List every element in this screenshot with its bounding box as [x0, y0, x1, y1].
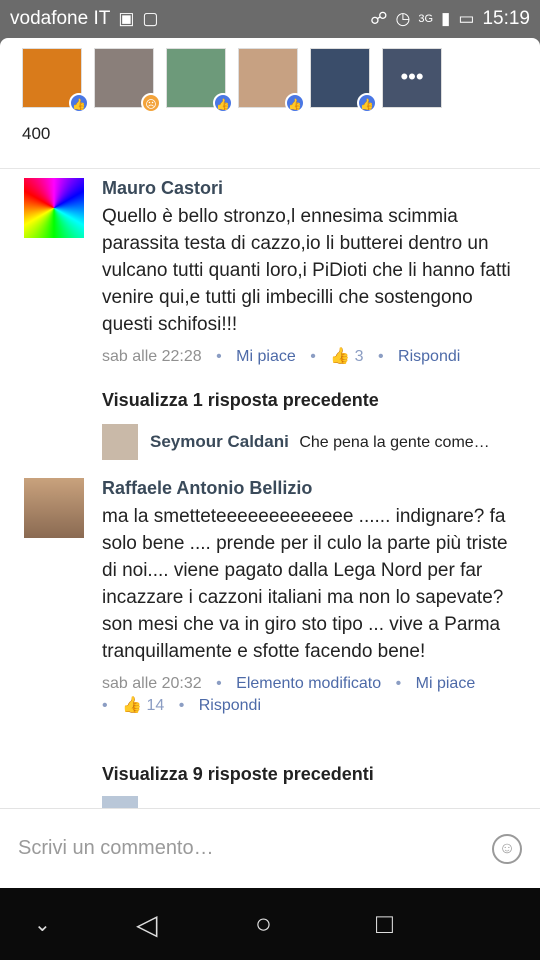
avatar[interactable]: [102, 424, 138, 460]
comment-text: Quello è bello stronzo,l ennesima scimmi…: [102, 206, 511, 335]
comment-input[interactable]: Scrivi un commento…: [18, 837, 214, 860]
like-icon: 👍: [285, 93, 305, 113]
reply-text: Che pena la gente come…: [299, 434, 490, 451]
like-count-icon: 👍: [330, 348, 351, 365]
reactor-avatar[interactable]: 👍: [310, 48, 377, 113]
home-icon[interactable]: ○: [255, 908, 272, 940]
gallery-icon: ▢: [142, 9, 159, 28]
navigation-bar: ⌄ ◁ ○ □: [0, 888, 540, 960]
more-reactors-button[interactable]: •••: [382, 48, 442, 108]
separator: •: [216, 348, 222, 365]
reactor-avatar[interactable]: 👍: [166, 48, 233, 113]
like-button[interactable]: Mi piace: [416, 675, 476, 692]
avatar[interactable]: [24, 178, 84, 238]
edited-label[interactable]: Elemento modificato: [236, 675, 381, 692]
chevron-down-icon[interactable]: ⌄: [34, 912, 51, 937]
separator: •: [310, 348, 316, 365]
view-replies-link[interactable]: Visualizza 1 risposta precedente: [102, 390, 379, 411]
recents-icon[interactable]: □: [376, 908, 393, 940]
smiley-icon[interactable]: ☺: [492, 833, 522, 864]
signal-icon: ▮: [441, 9, 451, 28]
reply-preview[interactable]: Seymour Caldani Che pena la gente come…: [102, 424, 490, 460]
avatar[interactable]: [24, 478, 84, 538]
view-replies-link[interactable]: Visualizza 9 risposte precedenti: [102, 764, 374, 785]
reactor-avatar[interactable]: ☹: [94, 48, 161, 113]
like-icon: 👍: [357, 93, 377, 113]
angry-icon: ☹: [141, 93, 161, 113]
comment-author[interactable]: Raffaele Antonio Bellizio: [102, 478, 522, 499]
reactor-avatar[interactable]: 👍: [22, 48, 89, 113]
clock: 15:19: [482, 8, 530, 29]
comment-time: sab alle 20:32: [102, 675, 202, 692]
comment-text: ma la smetteteeeeeeeeeeeee ...... indign…: [102, 506, 508, 662]
headphones-icon: ☍: [370, 9, 388, 28]
separator: •: [377, 348, 384, 365]
divider: [0, 168, 540, 169]
comment-author[interactable]: Mauro Castori: [102, 178, 522, 199]
separator: •: [216, 675, 222, 692]
separator: •: [178, 697, 185, 714]
comments-panel: 👍 ☹ 👍 👍 👍 ••• 400 Mauro Castori Quello è…: [0, 38, 540, 888]
like-count[interactable]: 14: [146, 697, 164, 714]
like-icon: 👍: [69, 93, 89, 113]
reply-button[interactable]: Rispondi: [398, 348, 460, 365]
back-icon[interactable]: ◁: [136, 908, 158, 941]
like-button[interactable]: Mi piace: [236, 348, 296, 365]
separator: •: [102, 697, 108, 714]
carrier-label: vodafone IT: [10, 8, 111, 29]
reply-author[interactable]: Seymour Caldani: [150, 432, 289, 451]
facebook-icon: ▣: [118, 9, 135, 28]
status-bar: vodafone IT ▣ ▢ ☍ ◷ 3G ▮ ▭ 15:19: [0, 0, 540, 38]
separator: •: [395, 675, 402, 692]
alarm-icon: ◷: [395, 9, 411, 28]
like-count[interactable]: 3: [355, 348, 364, 365]
reactors-row: 👍 ☹ 👍 👍 👍 •••: [22, 48, 442, 113]
reaction-count[interactable]: 400: [22, 124, 50, 144]
like-count-icon: 👍: [122, 697, 142, 714]
comment-meta: sab alle 22:28 • Mi piace • 👍 3 • Rispon…: [102, 346, 522, 368]
comment-composer[interactable]: Scrivi un commento… ☺: [0, 808, 540, 888]
comment-meta: sab alle 20:32 • Elemento modificato • M…: [102, 673, 522, 717]
network-type-label: 3G: [418, 13, 434, 25]
reactor-avatar[interactable]: 👍: [238, 48, 305, 113]
reply-button[interactable]: Rispondi: [199, 697, 261, 714]
like-icon: 👍: [213, 93, 233, 113]
battery-icon: ▭: [458, 9, 475, 28]
comment-time: sab alle 22:28: [102, 348, 202, 365]
